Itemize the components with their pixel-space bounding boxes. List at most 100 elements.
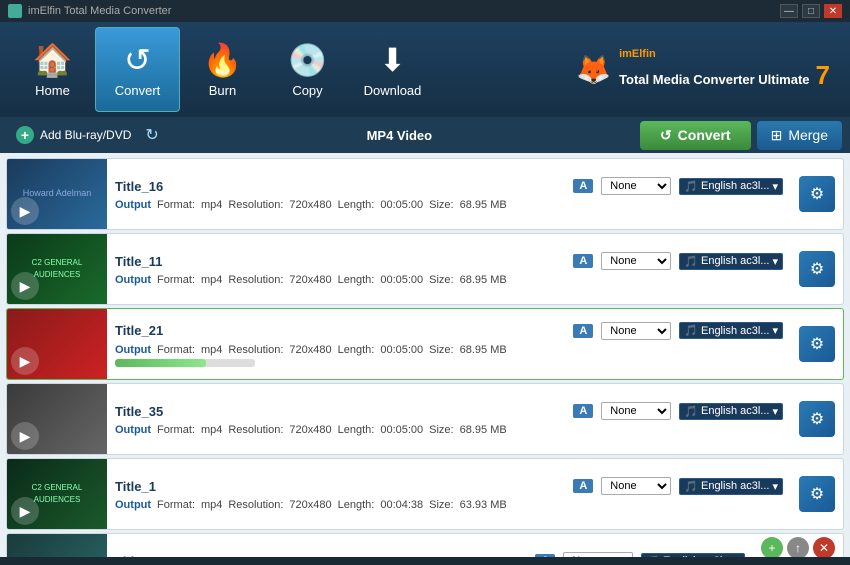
res-key: Resolution: <box>228 274 283 286</box>
len-val-title16: 00:05:00 <box>380 199 423 211</box>
play-button-title16[interactable]: ▶ <box>11 197 39 225</box>
settings-icon-title11: ⚙ <box>810 259 824 279</box>
subtitle-select-title21[interactable]: None <box>601 322 671 340</box>
app-title: imElfin Total Media Converter <box>28 5 171 17</box>
subtitle-btn-title41[interactable]: A <box>535 554 555 557</box>
thumb-title41: ▶ <box>7 534 107 557</box>
burn-icon: 🔥 <box>203 41 243 79</box>
title-title41: Title_41 <box>115 554 527 558</box>
convert-action-icon: ↺ <box>660 127 672 144</box>
download-icon: ⬇ <box>379 41 406 79</box>
subtitle-btn-title16[interactable]: A <box>573 179 593 193</box>
audio-select-title41[interactable]: 🎵English ac3l... ▾ <box>641 553 745 558</box>
subtitle-btn-title1[interactable]: A <box>573 479 593 493</box>
info-title35: Title_35ANone🎵English ac3l... ▾Output Fo… <box>107 384 791 454</box>
output-row-title1: Output Format: mp4 Resolution: 720x480 L… <box>115 499 783 511</box>
subtitle-select-title1[interactable]: None <box>601 477 671 495</box>
convert-action-label: Convert <box>678 127 731 143</box>
thumb-title11: C2 GENERAL AUDIENCES▶ <box>7 234 107 304</box>
actions-title41: +↑✕⚙ <box>753 534 843 557</box>
res-key: Resolution: <box>228 344 283 356</box>
toolbar-download[interactable]: ⬇ Download <box>350 27 435 112</box>
size-key: Size: <box>429 344 453 356</box>
media-item-title41: ▶Title_41ANone🎵English ac3l... ▾Output F… <box>6 533 844 557</box>
delete-button-title41[interactable]: ✕ <box>813 537 835 557</box>
toolbar-convert[interactable]: ↺ Convert <box>95 27 180 112</box>
actions-title11: ⚙ <box>791 234 843 304</box>
output-row-title11: Output Format: mp4 Resolution: 720x480 L… <box>115 274 783 286</box>
settings-button-title1[interactable]: ⚙ <box>799 476 835 512</box>
play-button-title11[interactable]: ▶ <box>11 272 39 300</box>
titlebar-controls[interactable]: — □ ✕ <box>780 4 842 18</box>
actions-title1: ⚙ <box>791 459 843 529</box>
subtitle-btn-title11[interactable]: A <box>573 254 593 268</box>
audio-select-title21[interactable]: 🎵English ac3l... ▾ <box>679 322 783 339</box>
toolbar-home[interactable]: 🏠 Home <box>10 27 95 112</box>
res-val-title11: 720x480 <box>289 274 331 286</box>
play-button-title35[interactable]: ▶ <box>11 422 39 450</box>
format-val-title16: mp4 <box>201 199 222 211</box>
audio-note-icon: 🎵 <box>684 324 698 337</box>
convert-icon: ↺ <box>124 41 151 79</box>
actions-title35: ⚙ <box>791 384 843 454</box>
home-label: Home <box>35 83 70 98</box>
convert-action-button[interactable]: ↺ Convert <box>640 121 751 150</box>
close-button[interactable]: ✕ <box>824 4 842 18</box>
audio-select-title1[interactable]: 🎵English ac3l... ▾ <box>679 478 783 495</box>
settings-icon-title35: ⚙ <box>810 409 824 429</box>
progress-container-title21 <box>115 359 255 367</box>
progress-bar-title21 <box>115 359 206 367</box>
output-label-title35: Output <box>115 424 151 436</box>
output-row-title35: Output Format: mp4 Resolution: 720x480 L… <box>115 424 783 436</box>
len-val-title11: 00:05:00 <box>380 274 423 286</box>
subtitle-btn-title35[interactable]: A <box>573 404 593 418</box>
toolbar-burn[interactable]: 🔥 Burn <box>180 27 265 112</box>
output-label-title11: Output <box>115 274 151 286</box>
merge-icon: ⊞ <box>771 127 783 144</box>
settings-button-title21[interactable]: ⚙ <box>799 326 835 362</box>
toolbar: 🏠 Home ↺ Convert 🔥 Burn 💿 Copy ⬇ Downloa… <box>0 22 850 117</box>
audio-select-title16[interactable]: 🎵English ac3l... ▾ <box>679 178 783 195</box>
up-button-title41[interactable]: ↑ <box>787 537 809 557</box>
settings-button-title35[interactable]: ⚙ <box>799 401 835 437</box>
size-key: Size: <box>429 424 453 436</box>
play-button-title1[interactable]: ▶ <box>11 497 39 525</box>
home-icon: 🏠 <box>33 41 73 79</box>
size-val-title16: 68.95 MB <box>460 199 507 211</box>
len-val-title21: 00:05:00 <box>380 344 423 356</box>
add-blu-ray-button[interactable]: + Add Blu-ray/DVD <box>8 122 139 148</box>
media-item-title21: ▶Title_21ANone🎵English ac3l... ▾Output F… <box>6 308 844 380</box>
media-item-title16: Howard Adelman▶Title_16ANone🎵English ac3… <box>6 158 844 230</box>
logo-area: 🦊 imElfin Total Media Converter Ultimate… <box>576 48 840 91</box>
settings-button-title16[interactable]: ⚙ <box>799 176 835 212</box>
subtitle-btn-title21[interactable]: A <box>573 324 593 338</box>
settings-button-title11[interactable]: ⚙ <box>799 251 835 287</box>
minimize-button[interactable]: — <box>780 4 798 18</box>
settings-icon-title1: ⚙ <box>810 484 824 504</box>
refresh-icon[interactable]: ↻ <box>145 125 158 145</box>
title-title16: Title_16 <box>115 179 565 194</box>
logo-version: 7 <box>816 60 830 91</box>
output-row-title16: Output Format: mp4 Resolution: 720x480 L… <box>115 199 783 211</box>
res-val-title1: 720x480 <box>289 499 331 511</box>
actionbar: + Add Blu-ray/DVD ↻ MP4 Video ↺ Convert … <box>0 117 850 153</box>
maximize-button[interactable]: □ <box>802 4 820 18</box>
burn-label: Burn <box>209 83 236 98</box>
len-val-title1: 00:04:38 <box>380 499 423 511</box>
subtitle-select-title11[interactable]: None <box>601 252 671 270</box>
small-actions-title41: +↑✕ <box>761 537 835 557</box>
add-small-button-title41[interactable]: + <box>761 537 783 557</box>
merge-button[interactable]: ⊞ Merge <box>757 121 842 150</box>
audio-select-title35[interactable]: 🎵English ac3l... ▾ <box>679 403 783 420</box>
size-val-title35: 68.95 MB <box>460 424 507 436</box>
logo-elfin: imElfin <box>619 48 656 60</box>
actions-title16: ⚙ <box>791 159 843 229</box>
subtitle-select-title16[interactable]: None <box>601 177 671 195</box>
format-val-title35: mp4 <box>201 424 222 436</box>
subtitle-select-title35[interactable]: None <box>601 402 671 420</box>
play-button-title21[interactable]: ▶ <box>11 347 39 375</box>
audio-select-title11[interactable]: 🎵English ac3l... ▾ <box>679 253 783 270</box>
subtitle-select-title41[interactable]: None <box>563 552 633 557</box>
toolbar-copy[interactable]: 💿 Copy <box>265 27 350 112</box>
media-item-title35: ▶Title_35ANone🎵English ac3l... ▾Output F… <box>6 383 844 455</box>
